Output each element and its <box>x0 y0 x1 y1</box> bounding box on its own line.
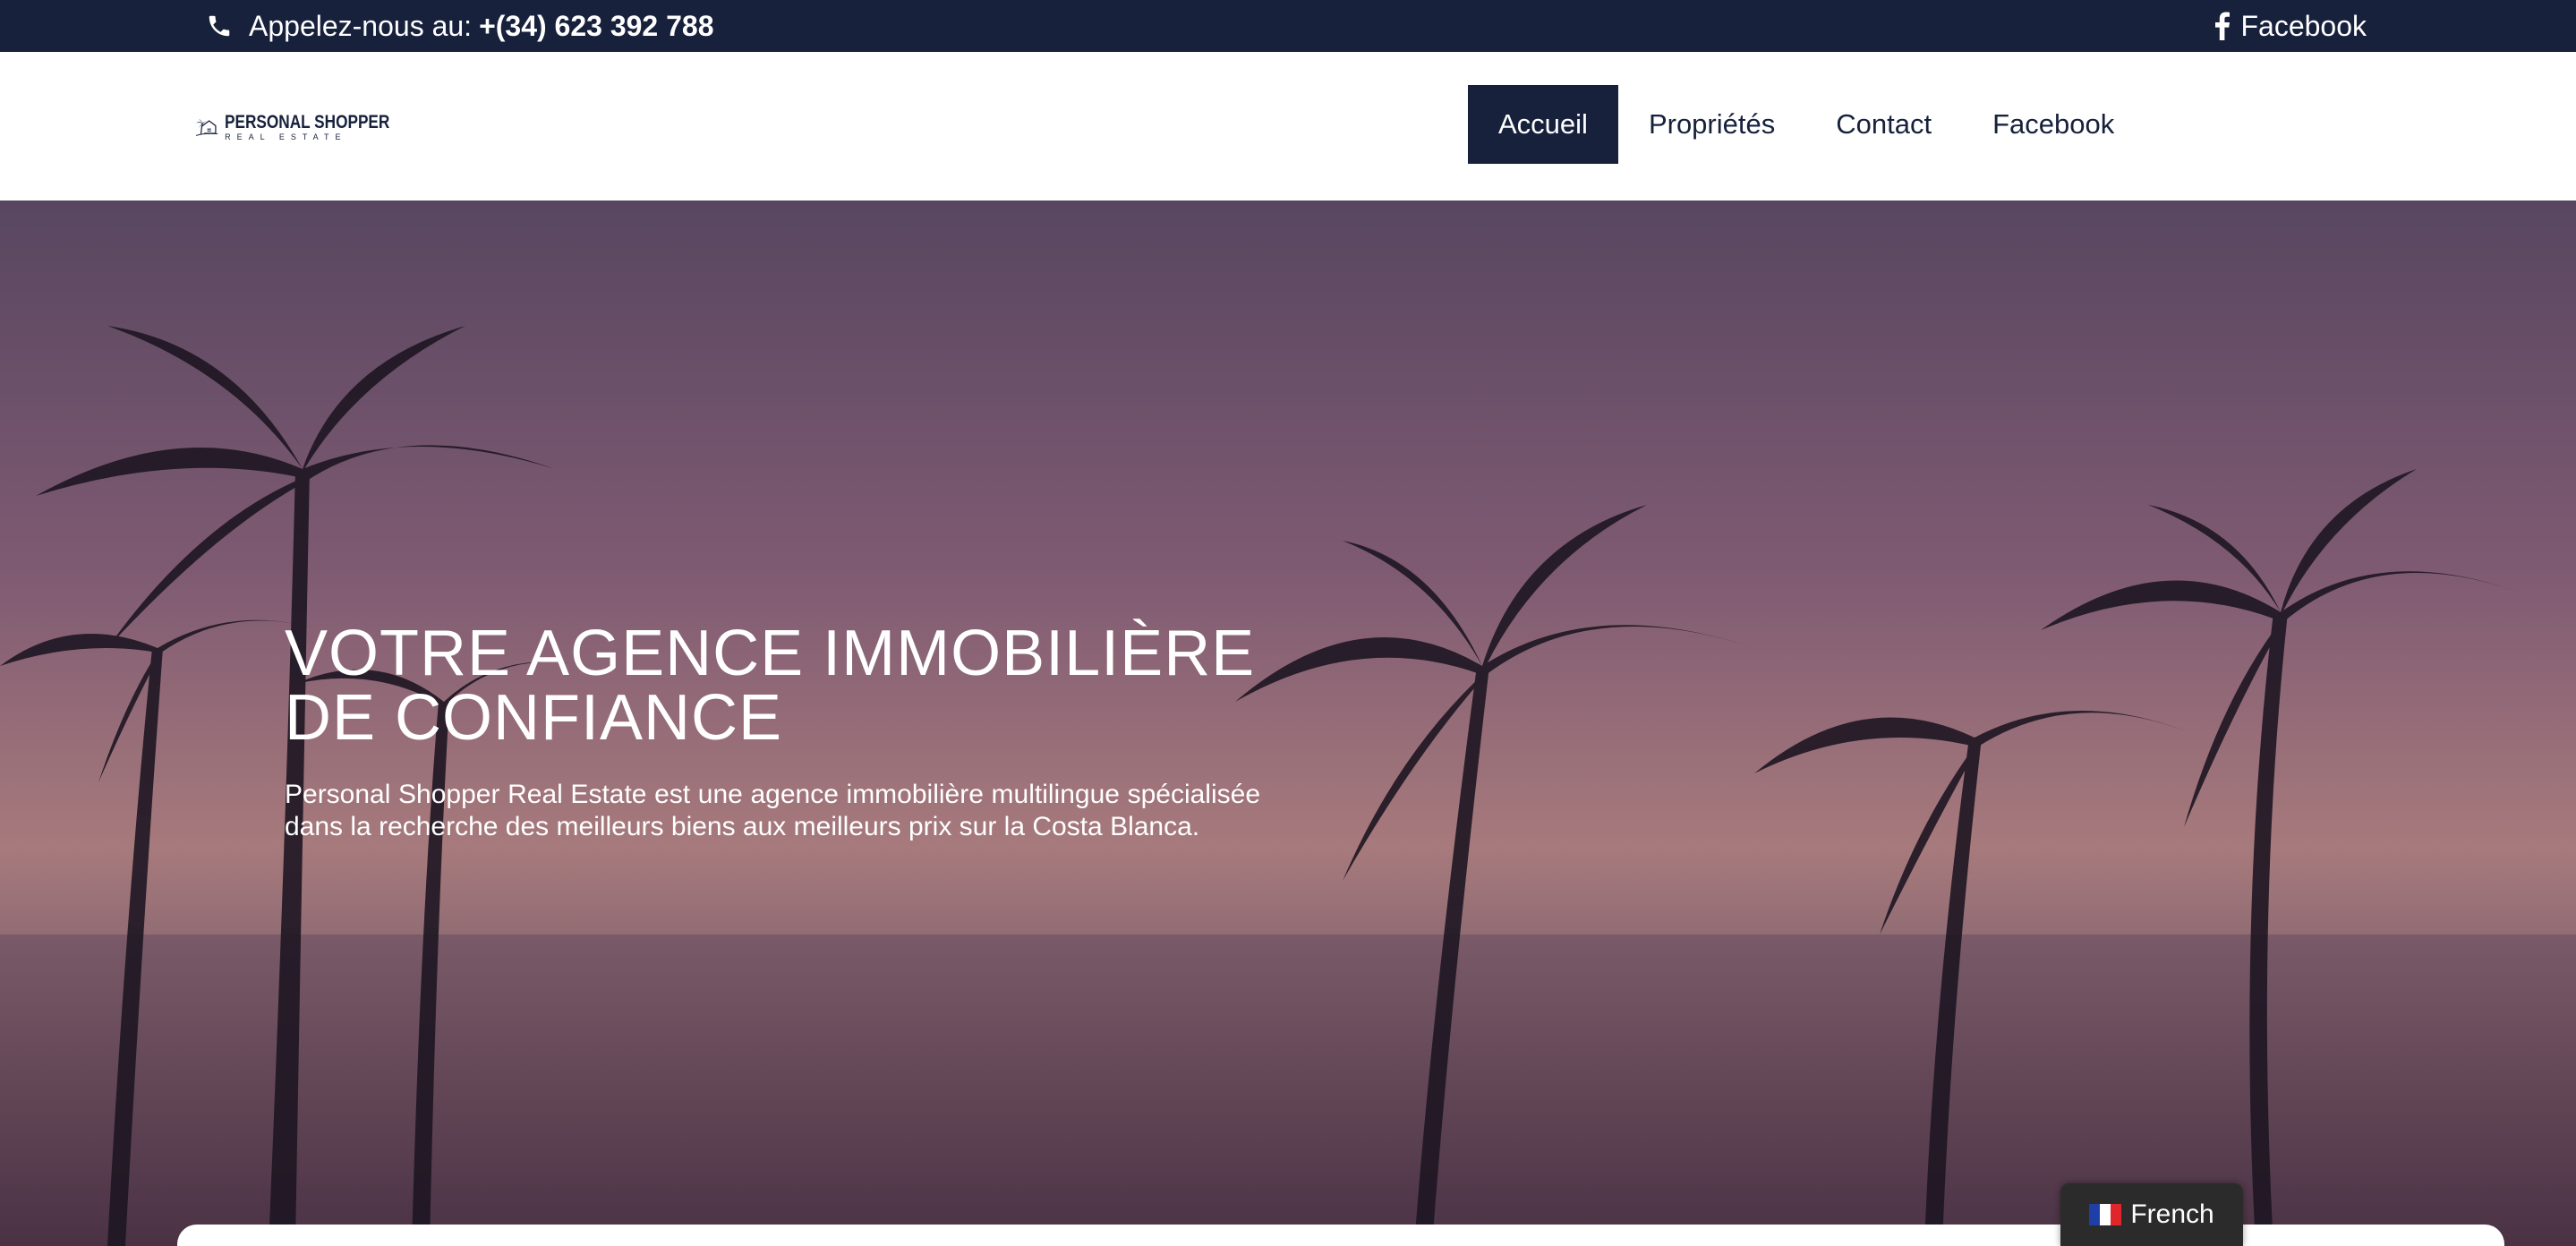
language-switcher[interactable]: French <box>2060 1183 2243 1246</box>
hero-section: VOTRE AGENCE IMMOBILIÈRE DE CONFIANCE Pe… <box>0 201 2576 1246</box>
logo-line1: PERSONAL SHOPPER <box>225 112 390 132</box>
nav-item-accueil[interactable]: Accueil <box>1468 85 1618 164</box>
phone-number[interactable]: +(34) 623 392 788 <box>479 10 713 43</box>
logo-line2: REAL ESTATE <box>225 132 347 141</box>
nav-item-contact[interactable]: Contact <box>1805 85 1962 164</box>
logo-text: PERSONAL SHOPPER REAL ESTATE <box>225 113 426 141</box>
site-header: PERSONAL SHOPPER REAL ESTATE Accueil Pro… <box>0 52 2576 201</box>
phone-icon <box>209 15 230 37</box>
top-bar: Appelez-nous au: +(34) 623 392 788 Faceb… <box>0 0 2576 52</box>
nav-item-proprietes[interactable]: Propriétés <box>1618 85 1805 164</box>
facebook-top-label: Facebook <box>2240 9 2367 42</box>
hero-title-line1: VOTRE AGENCE IMMOBILIÈRE <box>285 618 1256 689</box>
hero-title-line2: DE CONFIANCE <box>285 682 783 754</box>
facebook-icon <box>2215 12 2231 40</box>
nav-item-facebook[interactable]: Facebook <box>1962 85 2145 164</box>
hero-title: VOTRE AGENCE IMMOBILIÈRE DE CONFIANCE <box>285 621 1359 750</box>
main-nav: Accueil Propriétés Contact Facebook <box>1468 85 2145 164</box>
palm-house-logo-icon <box>195 119 218 136</box>
phone-prefix: Appelez-nous au: <box>249 9 473 42</box>
hero-description: Personal Shopper Real Estate est une age… <box>285 780 1260 841</box>
france-flag-icon <box>2089 1204 2122 1225</box>
phone-contact[interactable]: Appelez-nous au: +(34) 623 392 788 <box>206 0 714 52</box>
language-label: French <box>2130 1199 2214 1229</box>
facebook-top-link[interactable]: Facebook <box>2213 0 2367 52</box>
site-logo[interactable]: PERSONAL SHOPPER REAL ESTATE <box>193 91 426 163</box>
